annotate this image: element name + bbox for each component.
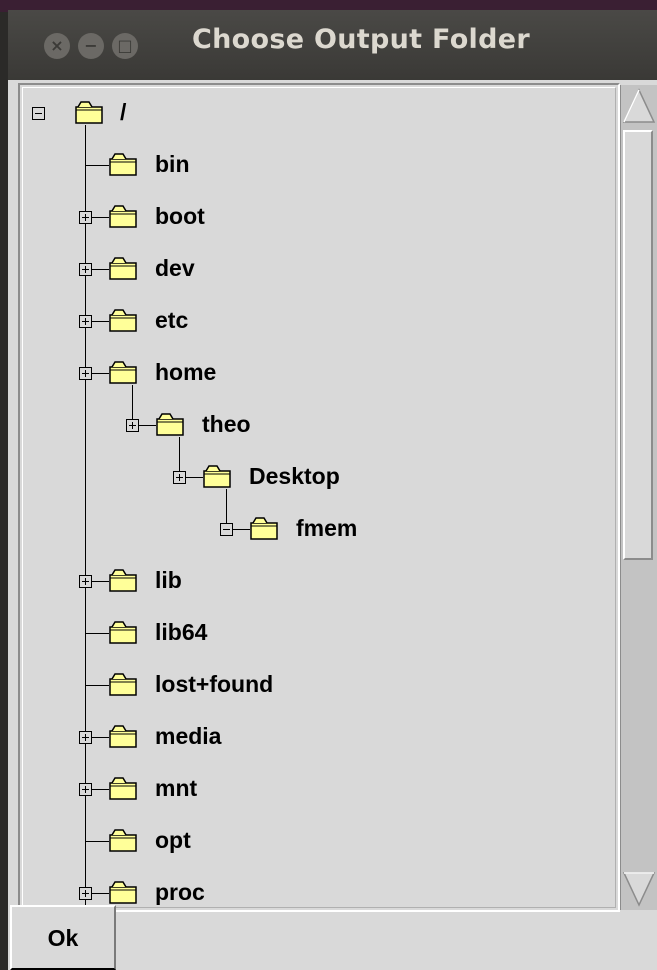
- folder-icon: [108, 671, 138, 697]
- folder-icon: [108, 723, 138, 749]
- tree-connector-line: [91, 217, 109, 218]
- folder-icon: [108, 879, 138, 905]
- tree-item-label[interactable]: lib: [155, 567, 182, 593]
- tree-item-label[interactable]: media: [155, 723, 221, 749]
- tree-connector-line: [85, 685, 109, 686]
- maximize-window-button[interactable]: □: [112, 33, 138, 59]
- folder-icon: [108, 775, 138, 801]
- tree-root-label[interactable]: /: [120, 99, 126, 125]
- tree-item-label[interactable]: etc: [155, 307, 188, 333]
- close-window-button[interactable]: ×: [44, 33, 70, 59]
- vertical-scrollbar[interactable]: [620, 85, 657, 910]
- minimize-icon: −: [84, 36, 98, 55]
- tree-item-label[interactable]: bin: [155, 151, 190, 177]
- window-title: Choose Output Folder: [192, 24, 530, 55]
- tree-item-label[interactable]: theo: [202, 411, 251, 437]
- folder-icon: [108, 203, 138, 229]
- expand-icon[interactable]: [79, 367, 92, 380]
- scroll-down-arrow-icon[interactable]: [622, 870, 656, 908]
- expand-icon[interactable]: [79, 211, 92, 224]
- tree-item-label[interactable]: Desktop: [249, 463, 340, 489]
- tree-connector-line: [226, 489, 227, 523]
- tree-connector-line: [91, 581, 109, 582]
- ok-button[interactable]: Ok: [10, 905, 116, 970]
- tree-connector-line: [85, 633, 109, 634]
- expand-icon[interactable]: [79, 263, 92, 276]
- expand-icon[interactable]: [126, 419, 139, 432]
- expand-icon[interactable]: [79, 731, 92, 744]
- folder-icon: [108, 151, 138, 177]
- tree-connector-line: [232, 529, 250, 530]
- folder-icon: [202, 463, 232, 489]
- dialog-content: / bin boot dev etc home theo Desktop fmem lib lib6…: [8, 80, 657, 970]
- tree-connector-line: [138, 425, 156, 426]
- collapse-icon[interactable]: [32, 107, 45, 120]
- tree-item-label[interactable]: lost+found: [155, 671, 273, 697]
- tree-connector-line: [91, 373, 109, 374]
- tree-item-label[interactable]: proc: [155, 879, 205, 905]
- folder-tree-view[interactable]: / bin boot dev etc home theo Desktop fmem lib lib6…: [18, 83, 620, 912]
- expand-icon[interactable]: [79, 315, 92, 328]
- maximize-icon: □: [117, 36, 133, 55]
- choose-folder-dialog: × − □ Choose Output Folder / bin boot dev et…: [8, 10, 657, 970]
- folder-icon: [74, 99, 104, 125]
- tree-connector-line: [132, 385, 133, 419]
- tree-item-label[interactable]: boot: [155, 203, 205, 229]
- folder-icon: [249, 515, 279, 541]
- expand-icon[interactable]: [173, 471, 186, 484]
- minimize-window-button[interactable]: −: [78, 33, 104, 59]
- folder-icon: [155, 411, 185, 437]
- tree-item-label[interactable]: opt: [155, 827, 191, 853]
- tree-connector-line: [91, 321, 109, 322]
- tree-item-label[interactable]: home: [155, 359, 216, 385]
- tree-connector-line: [85, 841, 109, 842]
- tree-item-label[interactable]: fmem: [296, 515, 357, 541]
- close-icon: ×: [50, 36, 64, 55]
- scrollbar-thumb[interactable]: [623, 130, 653, 560]
- expand-icon[interactable]: [79, 575, 92, 588]
- title-bar: × − □ Choose Output Folder: [8, 10, 657, 80]
- folder-tree-canvas: / bin boot dev etc home theo Desktop fmem lib lib6…: [22, 87, 616, 908]
- folder-icon: [108, 255, 138, 281]
- folder-icon: [108, 567, 138, 593]
- tree-connector-line: [91, 737, 109, 738]
- scroll-up-arrow-icon[interactable]: [622, 87, 656, 125]
- folder-icon: [108, 359, 138, 385]
- expand-icon[interactable]: [79, 783, 92, 796]
- folder-icon: [108, 827, 138, 853]
- folder-icon: [108, 307, 138, 333]
- tree-connector-line: [85, 165, 109, 166]
- expand-icon[interactable]: [79, 887, 92, 900]
- tree-connector-line: [91, 269, 109, 270]
- tree-connector-line: [91, 893, 109, 894]
- collapse-icon[interactable]: [220, 523, 233, 536]
- tree-connector-line: [91, 789, 109, 790]
- tree-connector-line: [185, 477, 203, 478]
- tree-connector-line: [179, 437, 180, 471]
- tree-item-label[interactable]: lib64: [155, 619, 207, 645]
- folder-icon: [108, 619, 138, 645]
- tree-item-label[interactable]: mnt: [155, 775, 197, 801]
- tree-item-label[interactable]: dev: [155, 255, 195, 281]
